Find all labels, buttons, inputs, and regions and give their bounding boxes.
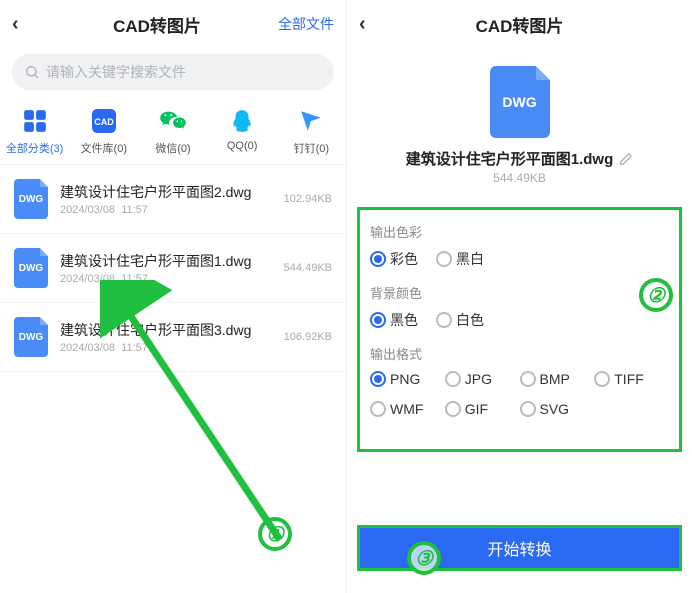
file-type-icon-large: DWG [490,66,550,138]
radio-color-bw[interactable]: 黑白 [436,249,484,269]
opt-bg-color: 背景颜色 黑色 白色 [370,283,669,330]
wechat-icon [158,106,188,136]
file-meta: 2024/03/08 11:57 [60,273,284,285]
radio-bg-black[interactable]: 黑色 [370,310,418,330]
selected-file-size: 544.49KB [347,171,692,185]
dingtalk-icon [296,106,326,136]
back-icon[interactable]: ‹ [359,13,383,36]
file-type-icon: DWG [14,179,48,219]
selected-file-name: 建筑设计住宅户形平面图1.dwg [406,148,614,169]
radio-bg-white[interactable]: 白色 [436,310,484,330]
cat-dingtalk[interactable]: 钉钉(0) [280,106,342,156]
cat-files[interactable]: CAD 文件库(0) [73,106,135,156]
file-row[interactable]: DWG 建筑设计住宅户形平面图1.dwg 2024/03/08 11:57 54… [0,234,346,303]
category-tabs: 全部分类(3) CAD 文件库(0) 微信(0) QQ(0) 钉钉(0) [0,96,346,165]
file-size: 544.49KB [284,262,332,274]
back-icon[interactable]: ‹ [12,13,36,36]
radio-fmt-jpg[interactable]: JPG [445,371,520,387]
header-left: ‹ CAD转图片 全部文件 [0,0,346,48]
radio-fmt-gif[interactable]: GIF [445,401,520,417]
file-size: 102.94KB [284,193,332,205]
radio-fmt-png[interactable]: PNG [370,371,445,387]
svg-text:CAD: CAD [94,117,114,127]
file-preview: DWG 建筑设计住宅户形平面图1.dwg 544.49KB [347,48,692,195]
cat-all[interactable]: 全部分类(3) [4,106,66,156]
cat-qq[interactable]: QQ(0) [211,106,273,156]
radio-fmt-tiff[interactable]: TIFF [594,371,669,387]
radio-color-color[interactable]: 彩色 [370,249,418,269]
options-block: 输出色彩 彩色 黑白 背景颜色 黑色 白色 输出格式 PNG JPG BMP T… [357,207,682,452]
file-row[interactable]: DWG 建筑设计住宅户形平面图3.dwg 2024/03/08 11:57 10… [0,303,346,372]
header-right: ‹ CAD转图片 [347,0,692,48]
radio-fmt-wmf[interactable]: WMF [370,401,445,417]
file-name: 建筑设计住宅户形平面图2.dwg [60,182,284,202]
search-input[interactable]: 请输入关键字搜索文件 [12,54,334,90]
opt-output-color: 输出色彩 彩色 黑白 [370,222,669,269]
grid-icon [20,106,50,136]
file-name: 建筑设计住宅户形平面图1.dwg [60,251,284,271]
radio-fmt-svg[interactable]: SVG [520,401,595,417]
file-meta: 2024/03/08 11:57 [60,342,284,354]
file-meta: 2024/03/08 11:57 [60,204,284,216]
file-size: 106.92KB [284,331,332,343]
annotation-badge-2: ② [639,278,673,312]
all-files-link[interactable]: 全部文件 [278,14,334,34]
annotation-badge-3: ③ [407,541,441,575]
start-convert-button[interactable]: 开始转换 [357,525,682,571]
radio-fmt-bmp[interactable]: BMP [520,371,595,387]
cad-icon: CAD [89,106,119,136]
edit-icon[interactable] [619,152,633,166]
file-type-icon: DWG [14,317,48,357]
file-name: 建筑设计住宅户形平面图3.dwg [60,320,284,340]
search-placeholder: 请输入关键字搜索文件 [46,62,186,82]
convert-options-pane: ‹ CAD转图片 DWG 建筑设计住宅户形平面图1.dwg 544.49KB 输… [346,0,692,593]
page-title-right: CAD转图片 [383,12,656,37]
file-type-icon: DWG [14,248,48,288]
qq-icon [227,106,257,136]
file-row[interactable]: DWG 建筑设计住宅户形平面图2.dwg 2024/03/08 11:57 10… [0,165,346,234]
file-browser-pane: ‹ CAD转图片 全部文件 请输入关键字搜索文件 全部分类(3) CAD 文件库… [0,0,346,593]
search-icon [24,64,40,80]
page-title-left: CAD转图片 [36,12,278,37]
cat-wechat[interactable]: 微信(0) [142,106,204,156]
opt-format: 输出格式 PNG JPG BMP TIFF WMF GIF SVG [370,344,669,417]
annotation-badge-1: ① [258,517,292,551]
